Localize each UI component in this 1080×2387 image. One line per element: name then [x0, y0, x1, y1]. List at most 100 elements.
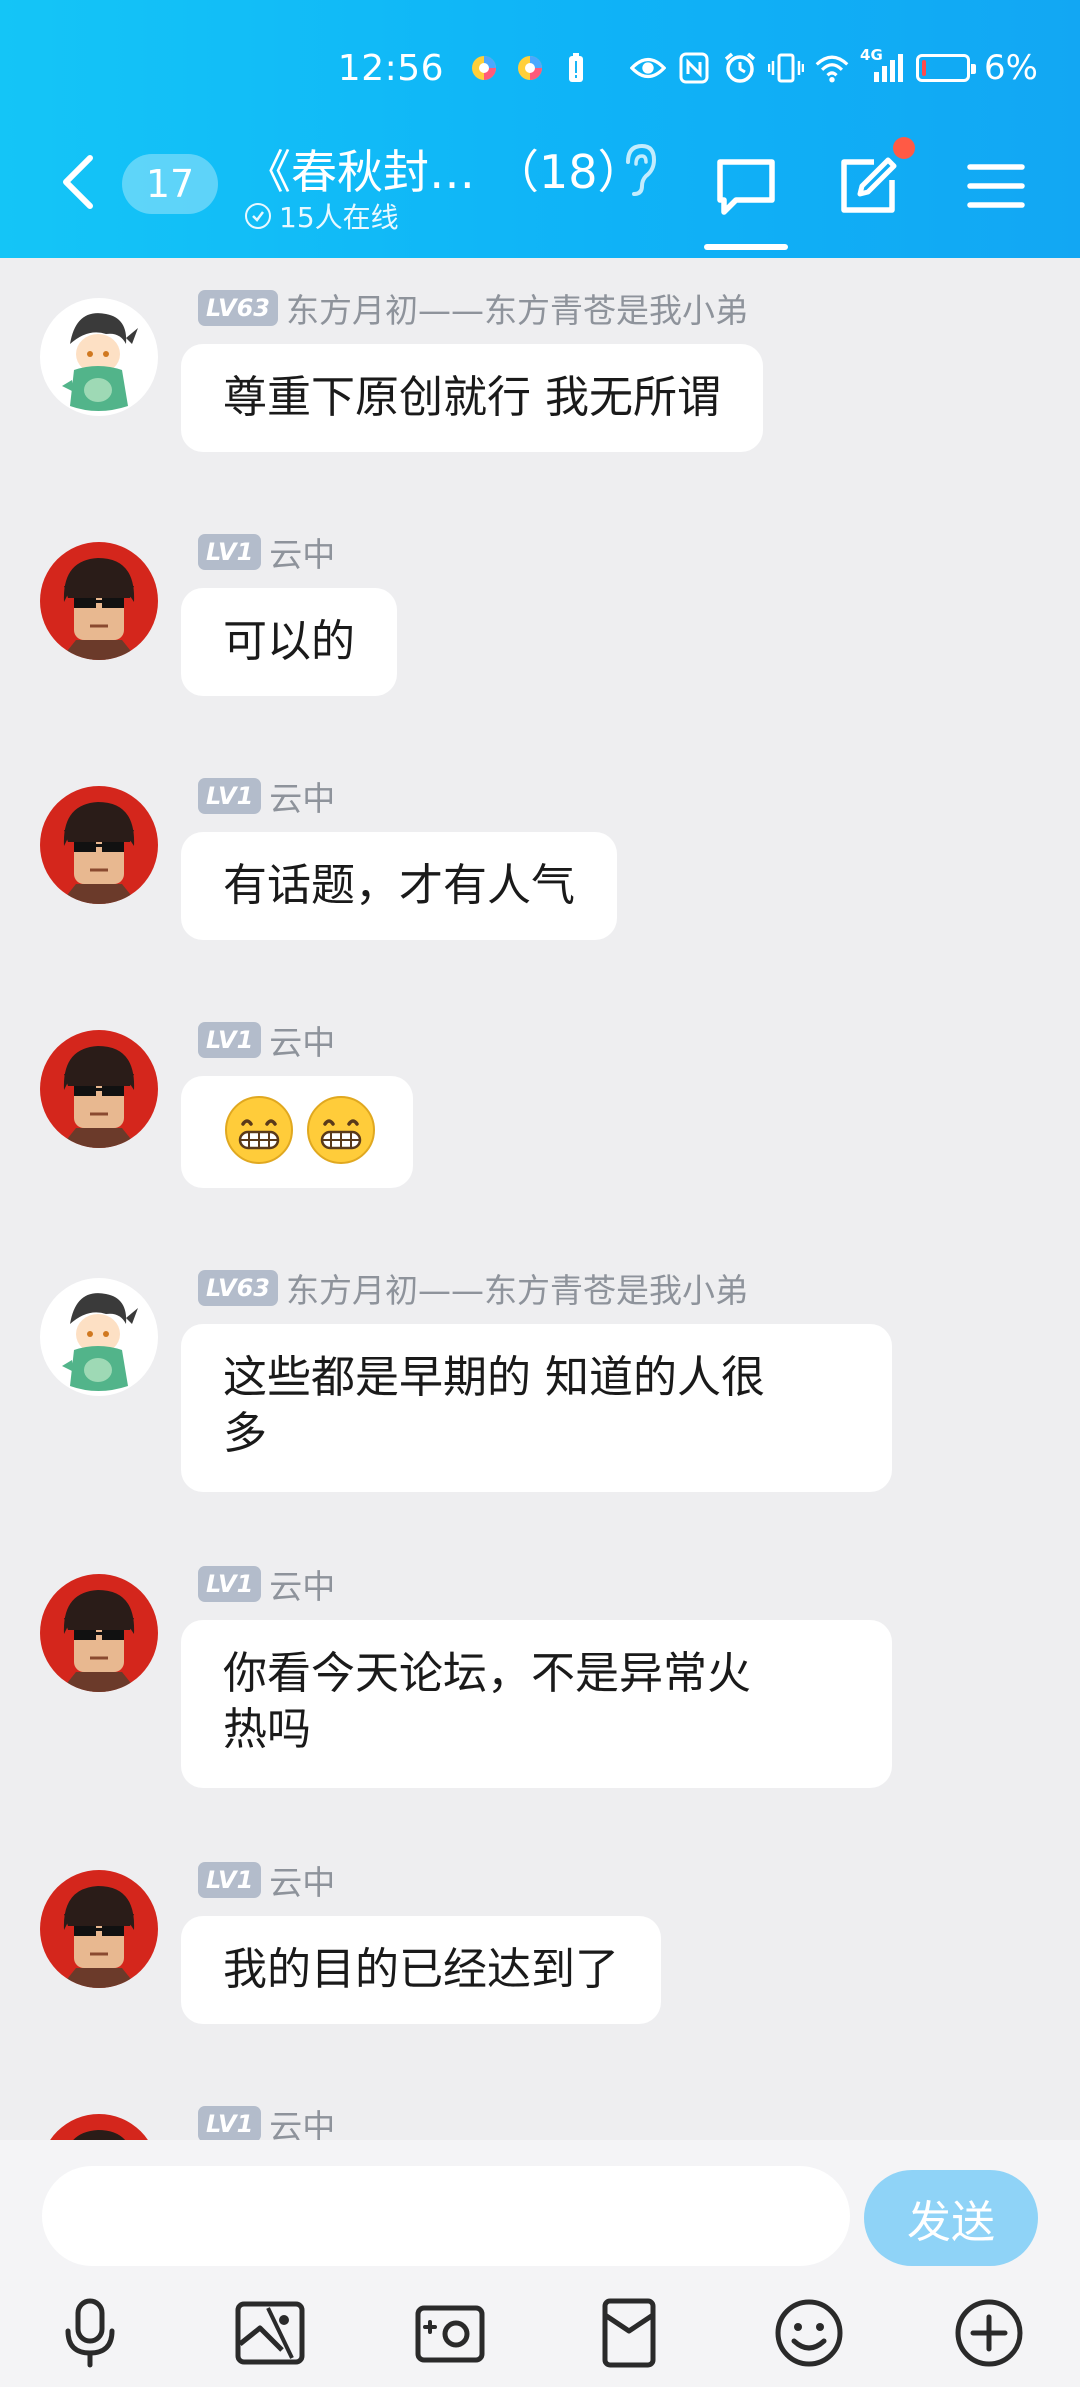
- signal-icon: 4G: [860, 46, 906, 88]
- status-bar: 12:56 4G 6%: [338, 40, 1038, 96]
- back-button[interactable]: [54, 152, 104, 212]
- red-packet-button[interactable]: [584, 2288, 674, 2378]
- red-packet-icon: [602, 2298, 656, 2368]
- grinning-face-emoji: [307, 1096, 375, 1164]
- chat-tab-button[interactable]: [710, 150, 782, 222]
- message-text-line: 这些都是早期的 知道的人很: [223, 1352, 765, 1403]
- level-badge: LV63: [198, 290, 278, 326]
- post-button[interactable]: [832, 150, 904, 222]
- online-count: 15人在线: [279, 201, 399, 234]
- microphone-icon: [65, 2298, 115, 2368]
- message-bubble[interactable]: 可以的: [181, 588, 397, 696]
- chevron-left-icon: [63, 155, 93, 209]
- message-bubble[interactable]: 尊重下原创就行 我无所谓: [181, 344, 763, 452]
- sunglasses-man-avatar[interactable]: [40, 542, 158, 660]
- sender-meta: LV1 云中: [198, 776, 335, 818]
- sender-name[interactable]: 云中: [269, 1560, 335, 1608]
- sender-meta: LV1 云中: [198, 2104, 335, 2140]
- notification-dot: [893, 137, 915, 159]
- sender-name[interactable]: 云中: [269, 1856, 335, 1904]
- sender-meta: LV1 云中: [198, 1020, 335, 1062]
- sender-name[interactable]: 东方月初——东方青苍是我小弟: [286, 284, 748, 332]
- sender-name[interactable]: 东方月初——东方青苍是我小弟: [286, 1264, 748, 1312]
- status-time: 12:56: [337, 47, 445, 89]
- send-button[interactable]: 发送: [864, 2170, 1038, 2266]
- menu-button[interactable]: [960, 150, 1032, 222]
- check-circle-icon: [245, 203, 271, 229]
- wifi-icon: [814, 48, 850, 88]
- nfc-icon: [676, 48, 712, 88]
- message-text: 尊重下原创就行 我无所谓: [223, 372, 721, 423]
- emoji-icon: [775, 2299, 843, 2367]
- camera-button[interactable]: [405, 2288, 495, 2378]
- vibrate-icon: [768, 48, 805, 88]
- message-bubble[interactable]: 你看今天论坛，不是异常火 热吗: [181, 1620, 892, 1788]
- eye-icon: [630, 48, 667, 88]
- input-bar: 发送: [0, 2140, 1080, 2387]
- message-list[interactable]: LV63 东方月初——东方青苍是我小弟 尊重下原创就行 我无所谓 LV1 云中 …: [0, 258, 1080, 2140]
- ear-icon[interactable]: [618, 140, 660, 198]
- message-bubble[interactable]: [181, 1076, 413, 1188]
- app-notification-icon: [466, 48, 502, 88]
- grinning-face-emoji: [225, 1096, 293, 1164]
- battery-fill: [922, 60, 927, 76]
- online-status: 15人在线: [245, 196, 399, 236]
- sunglasses-man-avatar[interactable]: [40, 1574, 158, 1692]
- chat-title[interactable]: 《春秋封… （18）: [245, 136, 644, 202]
- message-text: 有话题，才有人气: [223, 860, 575, 911]
- alarm-icon: [722, 48, 758, 88]
- message-text: 我的目的已经达到了: [223, 1944, 619, 1995]
- level-badge: LV1: [198, 2106, 262, 2140]
- sunglasses-man-avatar[interactable]: [40, 1030, 158, 1148]
- app-notification-icon: [512, 48, 548, 88]
- sender-name[interactable]: 云中: [269, 1016, 335, 1064]
- camera-icon: [415, 2305, 485, 2363]
- group-name: 《春秋封…: [245, 145, 475, 199]
- edit-icon: [841, 157, 897, 213]
- unread-count-badge[interactable]: 17: [122, 154, 218, 214]
- photo-button[interactable]: [225, 2288, 315, 2378]
- message-text-line: 你看今天论坛，不是异常火: [223, 1648, 751, 1699]
- level-badge: LV1: [198, 1022, 262, 1058]
- sunglasses-man-avatar[interactable]: [40, 786, 158, 904]
- emoji-row: [223, 1096, 377, 1164]
- sender-name[interactable]: 云中: [269, 772, 335, 820]
- level-badge: LV63: [198, 1270, 278, 1306]
- emoji-button[interactable]: [764, 2288, 854, 2378]
- sender-meta: LV1 云中: [198, 1564, 335, 1606]
- sunglasses-man-avatar[interactable]: [40, 2114, 158, 2140]
- voice-button[interactable]: [45, 2288, 135, 2378]
- message-bubble[interactable]: 我的目的已经达到了: [181, 1916, 661, 2024]
- level-badge: LV1: [198, 1862, 262, 1898]
- battery-icon: [916, 54, 977, 82]
- more-button[interactable]: [944, 2288, 1034, 2378]
- image-icon: [235, 2301, 305, 2365]
- chat-header: 12:56 4G 6% 17 《春秋封… （18） 15人在线: [0, 0, 1080, 258]
- battery-percent: 6%: [984, 48, 1038, 88]
- message-bubble[interactable]: 有话题，才有人气: [181, 832, 617, 940]
- sender-meta: LV1 云中: [198, 1860, 335, 1902]
- chat-bubble-icon: [717, 159, 775, 215]
- hamburger-menu-icon: [967, 164, 1025, 208]
- green-dragon-avatar[interactable]: [40, 298, 158, 416]
- active-tab-indicator: [704, 244, 788, 250]
- level-badge: LV1: [198, 1566, 262, 1602]
- plus-icon: [955, 2299, 1023, 2367]
- message-text-line: 热吗: [223, 1704, 311, 1755]
- message-bubble[interactable]: 这些都是早期的 知道的人很 多: [181, 1324, 892, 1492]
- green-dragon-avatar[interactable]: [40, 1278, 158, 1396]
- sender-meta: LV63 东方月初——东方青苍是我小弟: [198, 288, 748, 330]
- sender-name[interactable]: 云中: [269, 2100, 335, 2140]
- level-badge: LV1: [198, 534, 262, 570]
- level-badge: LV1: [198, 778, 262, 814]
- sender-name[interactable]: 云中: [269, 528, 335, 576]
- nav-row: 17 《春秋封… （18） 15人在线: [0, 130, 1080, 250]
- sender-meta: LV1 云中: [198, 532, 335, 574]
- message-text: 可以的: [223, 616, 355, 667]
- battery-alert-icon: [558, 48, 594, 88]
- sunglasses-man-avatar[interactable]: [40, 1870, 158, 1988]
- message-input[interactable]: [42, 2166, 850, 2266]
- network-label: 4G: [860, 46, 883, 64]
- sender-meta: LV63 东方月初——东方青苍是我小弟: [198, 1268, 748, 1310]
- message-text-line: 多: [223, 1408, 267, 1459]
